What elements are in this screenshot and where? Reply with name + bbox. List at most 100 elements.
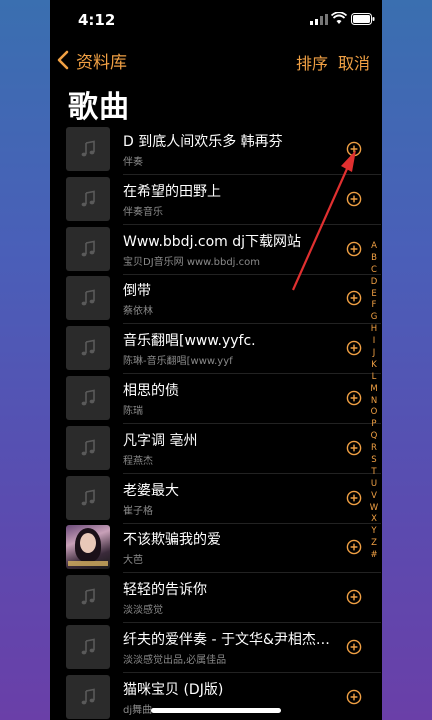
- music-note-icon: [81, 439, 95, 456]
- index-letter[interactable]: R: [368, 443, 380, 455]
- add-circle-icon[interactable]: [346, 539, 362, 555]
- song-title: 老婆最大: [123, 482, 179, 499]
- album-art: [66, 425, 110, 470]
- index-letter[interactable]: U: [368, 479, 380, 491]
- add-circle-icon[interactable]: [346, 390, 362, 406]
- song-row[interactable]: 倒带 蔡依林: [50, 274, 381, 325]
- song-title: Www.bbdj.com dj下载网站: [123, 233, 302, 250]
- music-note-icon: [81, 289, 95, 306]
- album-art: [66, 127, 110, 171]
- song-title: 凡字调 亳州: [123, 432, 198, 449]
- index-letter[interactable]: A: [368, 241, 380, 253]
- music-note-icon: [81, 489, 95, 505]
- add-circle-icon[interactable]: [346, 241, 362, 257]
- song-artist: 崔子格: [123, 505, 153, 517]
- song-row[interactable]: 轻轻的告诉你 淡淡感觉: [50, 573, 381, 624]
- music-note-icon: [81, 339, 95, 356]
- add-circle-icon[interactable]: [346, 589, 362, 605]
- song-title: 相思的债: [123, 383, 179, 399]
- music-note-icon: [81, 140, 95, 157]
- cancel-button[interactable]: 取消: [338, 50, 370, 74]
- index-letter[interactable]: X: [368, 514, 380, 526]
- index-letter[interactable]: I: [368, 336, 380, 348]
- album-art: [66, 276, 110, 321]
- song-title: 猫咪宝贝 (DJ版): [123, 681, 224, 698]
- status-bar: 4:12: [50, 0, 382, 40]
- song-row[interactable]: Www.bbdj.com dj下载网站宝贝DJ音乐网 www.bbdj.com: [50, 225, 381, 275]
- add-circle-icon[interactable]: [346, 290, 362, 306]
- index-letter[interactable]: P: [368, 419, 380, 431]
- navigation-bar: 资料库 排序 取消: [50, 44, 382, 76]
- album-art: [66, 525, 110, 570]
- music-note-icon: [81, 389, 95, 406]
- add-circle-icon[interactable]: [346, 639, 362, 655]
- song-row[interactable]: 不该欺骗我的爱 大芭: [50, 523, 381, 574]
- album-cover-caption: [68, 561, 108, 567]
- song-title: 纤夫的爱伴奏 - 于文华&尹相杰…: [123, 632, 330, 648]
- index-letter[interactable]: L: [368, 372, 380, 384]
- music-note-icon: [81, 190, 95, 207]
- index-letter[interactable]: C: [368, 265, 380, 277]
- add-circle-icon[interactable]: [346, 141, 362, 157]
- song-title: 轻轻的告诉你: [123, 582, 207, 599]
- add-circle-icon[interactable]: [346, 689, 362, 705]
- song-artist: 宝贝DJ音乐网 www.bbdj.com: [123, 256, 260, 268]
- song-row[interactable]: D 到底人间欢乐多 韩再芬伴奏: [50, 125, 381, 175]
- index-letter[interactable]: B: [368, 253, 380, 265]
- back-label: 资料库: [76, 52, 127, 73]
- album-art: [66, 176, 110, 221]
- song-title: 倒带: [123, 283, 151, 300]
- song-title: 在希望的田野上: [123, 183, 221, 200]
- song-row[interactable]: 凡字调 亳州 程燕杰: [50, 424, 381, 474]
- index-letter[interactable]: H: [368, 324, 380, 336]
- index-letter[interactable]: F: [368, 300, 380, 312]
- status-time: 4:12: [78, 11, 116, 29]
- song-artist: 大芭: [123, 555, 143, 567]
- song-artist: 程燕杰: [123, 455, 153, 467]
- song-row[interactable]: 老婆最大 崔子格: [50, 474, 381, 524]
- battery-icon: [351, 13, 375, 25]
- song-row[interactable]: 相思的债 陈瑞: [50, 374, 381, 424]
- index-letter[interactable]: D: [368, 277, 380, 289]
- alphabet-index[interactable]: A B C D E F G H I J K L M N O P Q R S T U V W X Y Z #: [368, 241, 380, 562]
- song-row[interactable]: 在希望的田野上 伴奏音乐: [50, 175, 381, 225]
- index-letter[interactable]: G: [368, 312, 380, 324]
- index-letter[interactable]: Y: [368, 526, 380, 538]
- album-art: [66, 674, 110, 719]
- sort-button[interactable]: 排序: [296, 50, 328, 74]
- music-note-icon: [81, 240, 95, 256]
- song-artist: 伴奏: [123, 157, 143, 168]
- album-art: [66, 326, 110, 371]
- add-circle-icon[interactable]: [346, 191, 362, 207]
- index-letter[interactable]: E: [368, 289, 380, 301]
- index-letter[interactable]: Q: [368, 431, 380, 443]
- music-note-icon: [81, 688, 95, 705]
- song-row[interactable]: 音乐翻唱[www.yyfc. 陈琳-音乐翻唱[www.yyf: [50, 324, 381, 375]
- index-letter[interactable]: T: [368, 467, 380, 479]
- index-letter[interactable]: #: [368, 550, 380, 562]
- album-art: [66, 475, 110, 520]
- index-letter[interactable]: M: [368, 384, 380, 396]
- home-indicator[interactable]: [151, 708, 281, 713]
- add-circle-icon[interactable]: [346, 490, 362, 506]
- song-row[interactable]: 纤夫的爱伴奏 - 于文华&尹相杰… 淡淡感觉出品,必属佳品: [50, 623, 381, 673]
- index-letter[interactable]: J: [368, 348, 380, 360]
- add-circle-icon[interactable]: [346, 440, 362, 456]
- index-letter[interactable]: K: [368, 360, 380, 372]
- phone-screen: 4:12 资料库 排序 取消 歌曲 D 到底人间欢乐多 韩再芬 伴奏 在希望的田…: [50, 0, 382, 720]
- album-art: [66, 625, 110, 669]
- add-circle-icon[interactable]: [346, 340, 362, 356]
- song-artist: 蔡依林: [123, 306, 153, 318]
- song-title: D 到底人间欢乐多 韩再芬: [123, 134, 283, 150]
- index-letter[interactable]: N: [368, 396, 380, 408]
- index-letter[interactable]: Z: [368, 538, 380, 550]
- back-button[interactable]: 资料库: [56, 46, 127, 74]
- album-art: [66, 575, 110, 620]
- index-letter[interactable]: S: [368, 455, 380, 467]
- index-letter[interactable]: O: [368, 407, 380, 419]
- music-note-icon: [81, 638, 95, 655]
- index-letter[interactable]: W: [368, 503, 380, 515]
- cellular-signal-icon: [310, 14, 328, 25]
- song-artist: 陈琳-音乐翻唱[www.yyf: [123, 356, 233, 368]
- index-letter[interactable]: V: [368, 491, 380, 503]
